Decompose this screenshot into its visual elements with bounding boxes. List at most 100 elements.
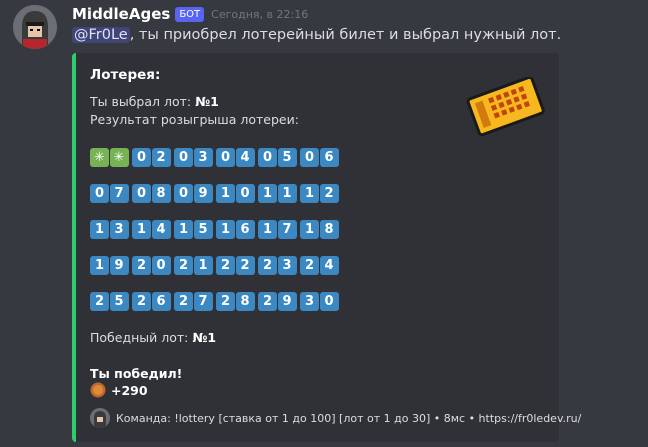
lot-number: 12: [300, 184, 339, 203]
tile-digit: 8: [319, 220, 339, 239]
tile-digit: 2: [319, 184, 339, 203]
tile-digit: 0: [90, 184, 109, 203]
tile-digit: 2: [216, 256, 235, 275]
bot-badge: БОТ: [175, 6, 205, 22]
tile-digit: 1: [193, 256, 213, 275]
tile-digit: 8: [235, 292, 255, 311]
prize: +290: [90, 382, 148, 398]
lot-number: 24: [300, 256, 339, 275]
tile-digit: 3: [277, 256, 297, 275]
tile-digit: 1: [216, 220, 235, 239]
tile-digit: 5: [277, 148, 297, 167]
tile-digit: 0: [319, 292, 339, 311]
tile-digit: 2: [90, 292, 109, 311]
lot-row-2: 070809101112: [90, 184, 342, 203]
lot-number: 29: [258, 292, 297, 311]
tile-digit: 2: [132, 256, 151, 275]
tile-digit: 0: [258, 148, 277, 167]
tile-digit: 8: [151, 184, 171, 203]
lot-number: 23: [258, 256, 297, 275]
tile-digit: 2: [174, 256, 193, 275]
tile-marked: ✳: [109, 148, 129, 167]
tile-digit: 0: [216, 148, 235, 167]
lot-number: 11: [258, 184, 297, 203]
tile-digit: 1: [90, 256, 109, 275]
tile-digit: 2: [235, 256, 255, 275]
lot-number: 04: [216, 148, 255, 167]
tile-digit: 2: [258, 292, 277, 311]
lot-number: 14: [132, 220, 171, 239]
lot-row-5: 252627282930: [90, 292, 342, 311]
tile-digit: 7: [193, 292, 213, 311]
tile-digit: 1: [300, 220, 319, 239]
tile-digit: 2: [174, 292, 193, 311]
tile-digit: 1: [132, 220, 151, 239]
message-text: , ты приобрел лотерейный билет и выбрал …: [129, 27, 562, 43]
user-mention[interactable]: @Fr0Le: [72, 27, 130, 43]
lot-number: 19: [90, 256, 129, 275]
lot-number: 03: [174, 148, 213, 167]
tile-digit: 2: [132, 292, 151, 311]
tile-marked: ✳: [90, 148, 109, 167]
tile-digit: 6: [235, 220, 255, 239]
lot-number: 09: [174, 184, 213, 203]
lot-number: 05: [258, 148, 297, 167]
timestamp: Сегодня, в 22:16: [211, 7, 309, 21]
tile-digit: 1: [216, 184, 235, 203]
lot-number: 08: [132, 184, 171, 203]
lot-number: 21: [174, 256, 213, 275]
picked-value: №1: [195, 94, 219, 109]
tile-digit: 9: [109, 256, 129, 275]
tile-digit: 0: [174, 184, 193, 203]
tile-digit: 0: [300, 148, 319, 167]
lot-number: 13: [90, 220, 129, 239]
lot-number: 20: [132, 256, 171, 275]
lot-number: 27: [174, 292, 213, 311]
tile-digit: 1: [300, 184, 319, 203]
tile-digit: 2: [151, 148, 171, 167]
lot-number: 06: [300, 148, 339, 167]
bot-avatar[interactable]: [13, 5, 57, 49]
lot-marked: ✳ ✳: [90, 148, 129, 167]
tile-digit: 1: [258, 220, 277, 239]
embed-title: Лотерея:: [90, 67, 161, 83]
tile-digit: 2: [258, 256, 277, 275]
lot-row-4: 192021222324: [90, 256, 342, 275]
lot-number: 30: [300, 292, 339, 311]
tile-digit: 5: [193, 220, 213, 239]
lot-row-1: ✳ ✳ 02 03 04 05 06: [90, 148, 342, 167]
lot-number: 28: [216, 292, 255, 311]
message-content: @Fr0Le, ты приобрел лотерейный билет и в…: [72, 27, 561, 43]
tile-digit: 4: [151, 220, 171, 239]
result-label: Результат розыгрыша лотереи:: [90, 112, 299, 127]
lottery-embed: Лотерея: Ты выбрал лот: №1 Результат роз…: [72, 53, 581, 442]
lot-number: 10: [216, 184, 255, 203]
tile-digit: 9: [193, 184, 213, 203]
footer-text: Команда: !lottery [ставка от 1 до 100] […: [116, 411, 582, 425]
tile-digit: 5: [109, 292, 129, 311]
lot-number: 15: [174, 220, 213, 239]
tile-digit: 3: [109, 220, 129, 239]
tile-digit: 1: [258, 184, 277, 203]
tile-digit: 3: [300, 292, 319, 311]
lot-number: 07: [90, 184, 129, 203]
tile-digit: 3: [193, 148, 213, 167]
tile-digit: 1: [90, 220, 109, 239]
tile-digit: 0: [132, 184, 151, 203]
tile-digit: 0: [174, 148, 193, 167]
knight-avatar-icon: [13, 5, 57, 49]
prize-amount: +290: [111, 382, 148, 398]
tile-digit: 1: [277, 184, 297, 203]
username[interactable]: MiddleAges: [72, 5, 170, 23]
tile-digit: 4: [235, 148, 255, 167]
ticket-icon: [466, 77, 545, 137]
lot-number: 17: [258, 220, 297, 239]
tile-digit: 7: [109, 184, 129, 203]
tile-digit: 1: [174, 220, 193, 239]
lot-number: 18: [300, 220, 339, 239]
message-header: MiddleAges БОТ Сегодня, в 22:16: [72, 4, 308, 24]
tile-digit: 2: [300, 256, 319, 275]
lot-number: 26: [132, 292, 171, 311]
lot-number: 22: [216, 256, 255, 275]
picked-label: Ты выбрал лот:: [90, 94, 196, 109]
